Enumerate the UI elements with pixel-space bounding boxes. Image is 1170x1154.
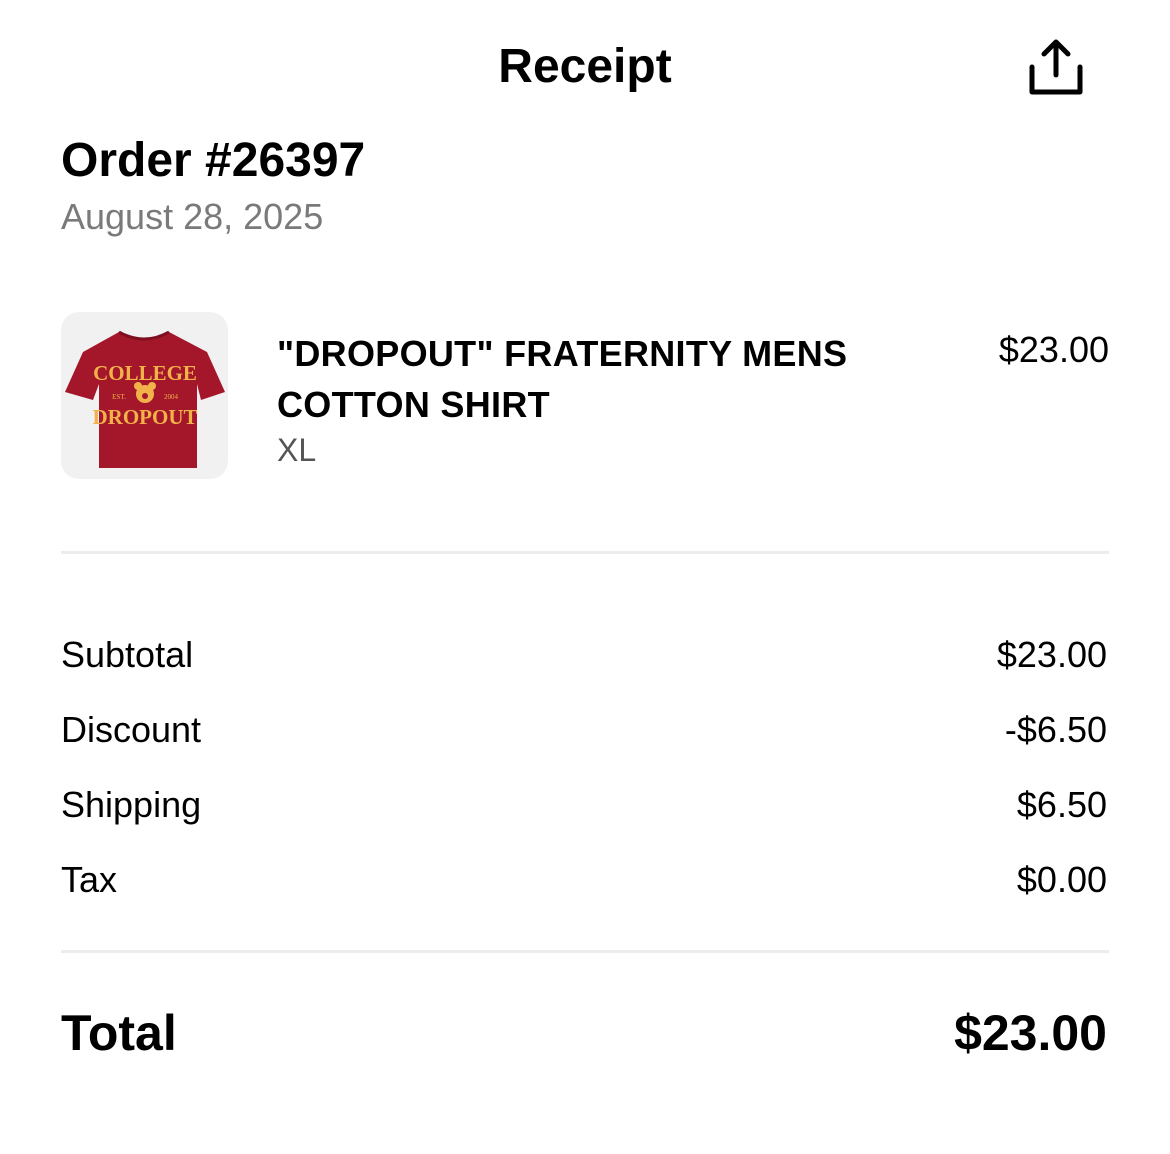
shirt-print-bottom: DROPOUT	[93, 405, 198, 429]
product-size: XL	[277, 432, 317, 468]
page-title: Receipt	[498, 40, 672, 93]
tax-label: Tax	[61, 859, 118, 900]
product-thumbnail[interactable]: COLLEGE EST. 2004 DROPOUT	[61, 312, 228, 479]
divider	[61, 950, 1109, 953]
product-price: $23.00	[998, 329, 1109, 370]
shirt-print-top: COLLEGE	[93, 361, 197, 385]
shipping-row: Shipping $6.50	[61, 783, 1107, 827]
total-value: $23.00	[954, 1005, 1107, 1061]
order-number: Order #26397	[61, 134, 366, 187]
share-button[interactable]	[1020, 34, 1092, 100]
divider	[61, 551, 1109, 554]
subtotal-row: Subtotal $23.00	[61, 633, 1107, 677]
shipping-value: $6.50	[1016, 784, 1107, 825]
discount-value: -$6.50	[1004, 709, 1107, 750]
subtotal-label: Subtotal	[61, 634, 194, 675]
receipt-header: Receipt	[0, 0, 1170, 130]
shirt-print-year: 2004	[164, 393, 179, 401]
discount-label: Discount	[61, 709, 202, 750]
tax-row: Tax $0.00	[61, 858, 1107, 902]
discount-row: Discount -$6.50	[61, 708, 1107, 752]
order-item[interactable]: COLLEGE EST. 2004 DROPOUT "DROPOUT" FRAT…	[61, 312, 1109, 482]
share-icon	[1029, 39, 1083, 95]
product-name[interactable]: "DROPOUT" FRATERNITY MENS COTTON SHIRT	[277, 328, 917, 430]
shirt-print-est: EST.	[112, 393, 126, 401]
total-row: Total $23.00	[61, 1003, 1107, 1063]
tax-value: $0.00	[1016, 859, 1107, 900]
tshirt-image: COLLEGE EST. 2004 DROPOUT	[65, 330, 225, 468]
total-label: Total	[61, 1005, 177, 1061]
shipping-label: Shipping	[61, 784, 202, 825]
subtotal-value: $23.00	[996, 634, 1107, 675]
order-date: August 28, 2025	[61, 196, 324, 237]
